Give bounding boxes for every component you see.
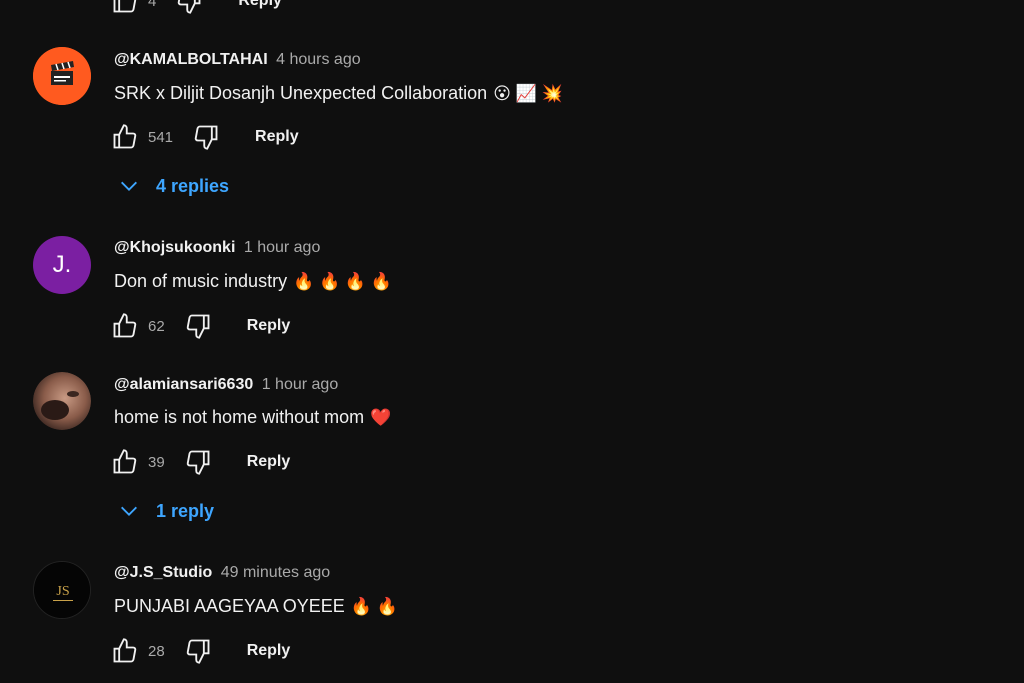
replies-count: 4 replies	[156, 175, 230, 196]
reply-button[interactable]: Reply	[247, 317, 291, 335]
like-icon[interactable]	[110, 0, 140, 16]
avatar[interactable]	[33, 372, 91, 430]
comment-actions: 62 Reply	[110, 311, 290, 341]
dislike-icon[interactable]	[183, 447, 213, 477]
avatar[interactable]: JS	[33, 561, 91, 619]
author-name[interactable]: @J.S_Studio	[114, 564, 212, 581]
comment-actions: 541 Reply	[110, 122, 299, 152]
dislike-icon[interactable]	[191, 122, 221, 152]
comment-actions: 4 Reply	[110, 0, 282, 16]
like-icon[interactable]	[110, 447, 140, 477]
dislike-icon[interactable]	[183, 311, 213, 341]
comment-emojis: 🔥 🔥 🔥 🔥	[293, 272, 392, 291]
comment-text: PUNJABI AAGEYAA OYEEE 🔥 🔥	[114, 596, 398, 617]
like-count: 39	[148, 453, 165, 471]
reply-button[interactable]: Reply	[255, 128, 299, 146]
reply-button[interactable]: Reply	[247, 642, 291, 660]
comments-panel: 4 Reply @KAMALBOLTAHAI 4 hours ago SRK x	[0, 0, 1024, 683]
comment-body: home is not home without mom	[114, 407, 365, 427]
comment-emojis: 🔥 🔥	[350, 597, 398, 616]
comment-header: @J.S_Studio 49 minutes ago	[114, 564, 330, 582]
like-icon[interactable]	[110, 122, 140, 152]
js-studio-logo: JS	[34, 562, 90, 618]
profile-photo	[33, 372, 91, 430]
like-count: 4	[148, 0, 157, 10]
comment-emojis: 😮 📈 💥	[493, 84, 563, 103]
comment-emojis: ❤️	[370, 408, 392, 427]
comment-time[interactable]: 4 hours ago	[276, 51, 361, 68]
reply-button[interactable]: Reply	[238, 0, 282, 10]
like-count: 541	[148, 128, 174, 146]
svg-text:JS: JS	[56, 584, 69, 599]
comment-header: @alamiansari6630 1 hour ago	[114, 376, 338, 394]
author-name[interactable]: @Khojsukoonki	[114, 239, 235, 256]
comment-text: home is not home without mom ❤️	[114, 407, 391, 428]
comment-time[interactable]: 1 hour ago	[244, 239, 321, 256]
comment-text: Don of music industry 🔥 🔥 🔥 🔥	[114, 271, 392, 292]
comment-header: @KAMALBOLTAHAI 4 hours ago	[114, 51, 361, 69]
avatar[interactable]: J.	[33, 236, 91, 294]
like-count: 28	[148, 642, 165, 660]
avatar-letter: J.	[52, 251, 72, 278]
comment-body: PUNJABI AAGEYAA OYEEE	[114, 596, 345, 616]
dislike-icon[interactable]	[183, 636, 213, 666]
comment-text: SRK x Diljit Dosanjh Unexpected Collabor…	[114, 83, 563, 104]
comment-time[interactable]: 49 minutes ago	[221, 564, 330, 581]
reply-button[interactable]: Reply	[247, 453, 291, 471]
replies-count: 1 reply	[156, 500, 215, 521]
avatar[interactable]	[33, 47, 91, 105]
like-icon[interactable]	[110, 636, 140, 666]
like-count: 62	[148, 317, 165, 335]
chevron-down-icon	[118, 500, 140, 522]
comment-body: Don of music industry	[114, 271, 288, 291]
author-name[interactable]: @alamiansari6630	[114, 376, 253, 393]
comment-actions: 39 Reply	[110, 447, 290, 477]
comment-actions: 28 Reply	[110, 636, 290, 666]
clapperboard-logo	[33, 47, 91, 105]
comment-time[interactable]: 1 hour ago	[262, 376, 339, 393]
dislike-icon[interactable]	[174, 0, 204, 16]
chevron-down-icon	[118, 175, 140, 197]
comment-body: SRK x Diljit Dosanjh Unexpected Collabor…	[114, 83, 488, 103]
view-replies-button[interactable]: 1 reply	[118, 496, 214, 526]
comment-header: @Khojsukoonki 1 hour ago	[114, 239, 320, 257]
view-replies-button[interactable]: 4 replies	[118, 171, 229, 201]
author-name[interactable]: @KAMALBOLTAHAI	[114, 51, 268, 68]
like-icon[interactable]	[110, 311, 140, 341]
